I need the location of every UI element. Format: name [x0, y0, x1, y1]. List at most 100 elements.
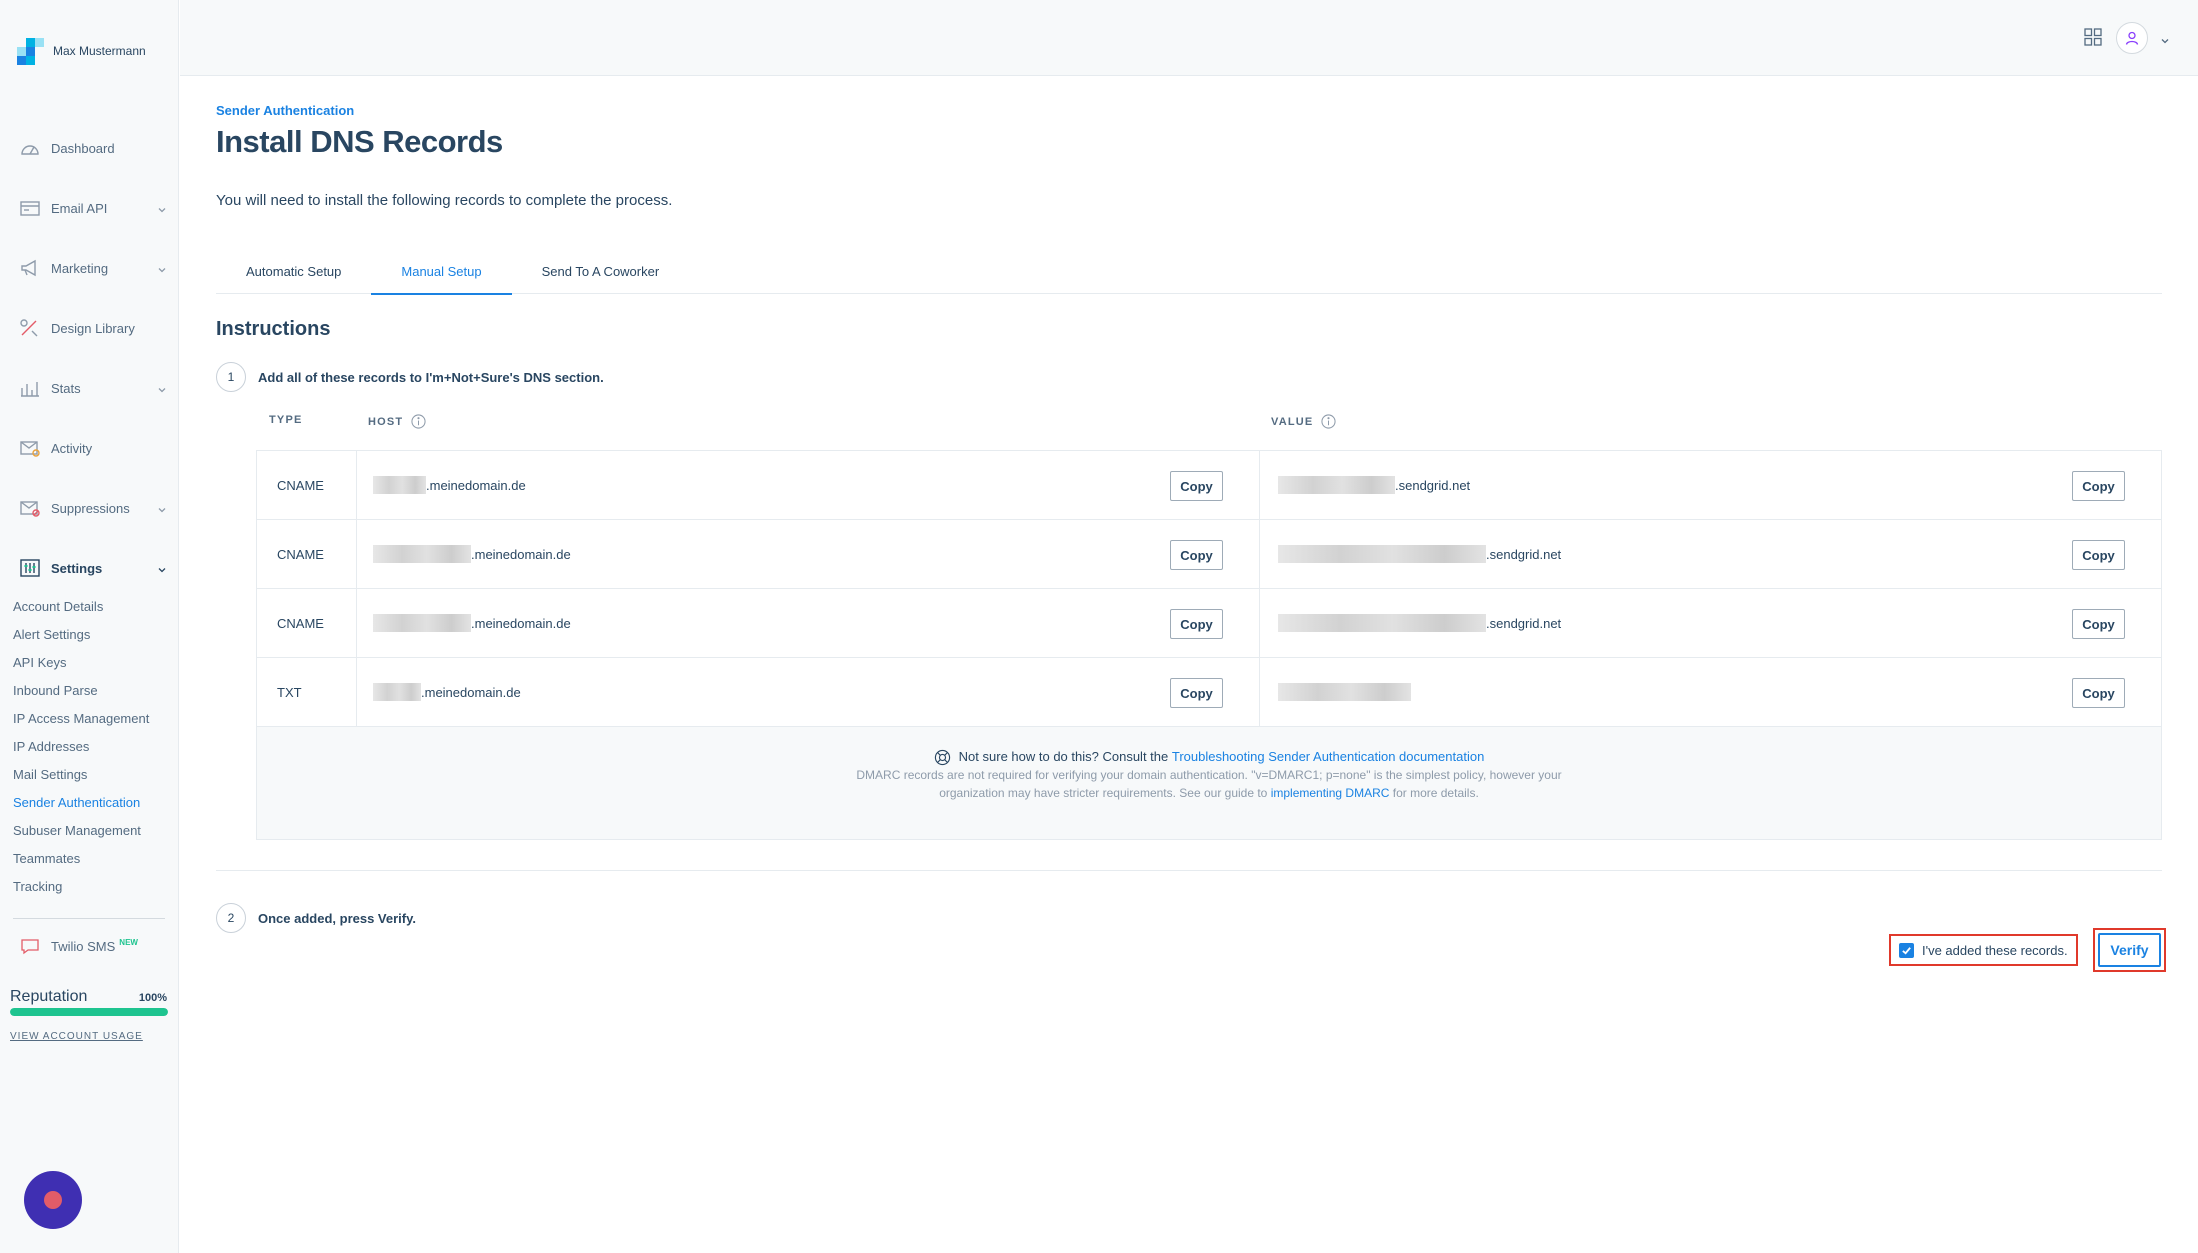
verify-button-highlight: Verify	[2093, 928, 2166, 972]
record-value: .sendgrid.net Copy	[1260, 520, 2161, 588]
column-header-type: TYPE	[269, 414, 303, 426]
sidebar-nav: Dashboard Email API Marketing Design Lib…	[0, 118, 179, 598]
chevron-down-icon	[157, 502, 167, 513]
chevron-down-icon	[157, 262, 167, 273]
lifebuoy-icon	[934, 749, 950, 765]
page-intro: You will need to install the following r…	[216, 192, 673, 209]
app-grid-icon[interactable]	[2084, 28, 2102, 46]
copy-value-button[interactable]: Copy	[2072, 678, 2125, 708]
records-added-checkbox[interactable]: I've added these records.	[1889, 934, 2078, 966]
tab-manual-setup[interactable]: Manual Setup	[371, 248, 512, 295]
redacted-text	[373, 614, 471, 632]
host-suffix: .meinedomain.de	[471, 546, 571, 562]
step-number: 1	[216, 362, 246, 392]
help-chat-button[interactable]	[24, 1171, 82, 1229]
info-icon[interactable]	[1321, 414, 1337, 429]
implementing-dmarc-link[interactable]: implementing DMARC	[1271, 786, 1390, 800]
subnav-sender-authentication[interactable]: Sender Authentication	[0, 788, 179, 816]
sidebar-item-label: Settings	[51, 560, 103, 576]
subnav-account-details[interactable]: Account Details	[0, 592, 179, 620]
value-suffix: .sendgrid.net	[1395, 477, 1471, 493]
breadcrumb[interactable]: Sender Authentication	[216, 103, 354, 118]
record-host: .meinedomain.de Copy	[357, 520, 1260, 588]
chevron-down-icon[interactable]	[2160, 33, 2170, 44]
sidebar-item-suppressions[interactable]: Suppressions	[0, 478, 179, 538]
sidebar-item-label: Email API	[51, 200, 108, 216]
subnav-alert-settings[interactable]: Alert Settings	[0, 620, 179, 648]
step-number: 2	[216, 903, 246, 933]
subnav-mail-settings[interactable]: Mail Settings	[0, 760, 179, 788]
sidebar-item-email-api[interactable]: Email API	[0, 178, 179, 238]
account-switcher[interactable]: Max Mustermann	[17, 38, 146, 65]
record-type: CNAME	[257, 589, 357, 657]
record-host: .meinedomain.de Copy	[357, 451, 1260, 519]
copy-host-button[interactable]: Copy	[1170, 471, 1223, 501]
copy-value-button[interactable]: Copy	[2072, 471, 2125, 501]
reputation-bar	[10, 1008, 168, 1016]
sidebar-item-activity[interactable]: Activity	[0, 418, 179, 478]
sidebar-item-label: Design Library	[51, 320, 135, 336]
troubleshooting-doc-link[interactable]: Troubleshooting Sender Authentication do…	[1172, 748, 1484, 766]
tab-send-to-coworker[interactable]: Send To A Coworker	[512, 248, 690, 294]
sidebar-item-dashboard[interactable]: Dashboard	[0, 118, 179, 178]
email-api-icon	[19, 198, 41, 218]
value-suffix: .sendgrid.net	[1486, 546, 1562, 562]
sidebar-item-label: Marketing	[51, 260, 109, 276]
subnav-ip-access-management[interactable]: IP Access Management	[0, 704, 179, 732]
record-host: .meinedomain.de Copy	[357, 589, 1260, 657]
reputation-bar-fill	[10, 1008, 168, 1016]
checkbox-label: I've added these records.	[1922, 942, 2068, 958]
host-suffix: .meinedomain.de	[471, 615, 571, 631]
info-icon[interactable]	[411, 414, 426, 429]
copy-host-button[interactable]: Copy	[1170, 678, 1223, 708]
record-host: .meinedomain.de Copy	[357, 658, 1260, 726]
subnav-ip-addresses[interactable]: IP Addresses	[0, 732, 179, 760]
tab-automatic-setup[interactable]: Automatic Setup	[216, 248, 371, 294]
dns-records-table: CNAME .meinedomain.de Copy .sendgrid.net…	[256, 450, 2162, 840]
user-avatar[interactable]	[2116, 22, 2148, 54]
table-row: CNAME .meinedomain.de Copy .sendgrid.net…	[257, 451, 2161, 520]
redacted-text	[1278, 476, 1395, 494]
subnav-api-keys[interactable]: API Keys	[0, 648, 179, 676]
checkbox-checked-icon[interactable]	[1899, 942, 1914, 958]
copy-host-button[interactable]: Copy	[1170, 540, 1223, 570]
copy-value-button[interactable]: Copy	[2072, 609, 2125, 639]
step-text: Once added, press Verify.	[258, 910, 416, 926]
activity-icon	[19, 438, 41, 458]
step-2: 2 Once added, press Verify.	[216, 903, 416, 933]
sidebar-item-label: Dashboard	[51, 140, 115, 156]
copy-value-button[interactable]: Copy	[2072, 540, 2125, 570]
view-account-usage-link[interactable]: VIEW ACCOUNT USAGE	[10, 1031, 143, 1042]
step-text: Add all of these records to I'm+Not+Sure…	[258, 369, 604, 385]
instructions-title: Instructions	[216, 318, 331, 340]
sidebar-item-stats[interactable]: Stats	[0, 358, 179, 418]
value-suffix: .sendgrid.net	[1486, 615, 1562, 631]
chat-dot-icon	[44, 1191, 62, 1209]
setup-tabs: Automatic Setup Manual Setup Send To A C…	[216, 248, 2162, 295]
copy-host-button[interactable]: Copy	[1170, 609, 1223, 639]
subnav-subuser-management[interactable]: Subuser Management	[0, 816, 179, 844]
record-type: CNAME	[257, 520, 357, 588]
user-icon	[2125, 31, 2139, 45]
sidebar-item-marketing[interactable]: Marketing	[0, 238, 179, 298]
subnav-tracking[interactable]: Tracking	[0, 872, 179, 900]
dashboard-icon	[19, 138, 41, 158]
record-type: CNAME	[257, 451, 357, 519]
troubleshooting-help: Not sure how to do this? Consult the Tro…	[257, 727, 2161, 840]
sidebar-divider	[13, 918, 165, 919]
sidebar-item-twilio-sms[interactable]: Twilio SMS NEW	[19, 936, 138, 956]
help-lead-text: Not sure how to do this? Consult the	[958, 749, 1169, 764]
table-row: TXT .meinedomain.de Copy Copy	[257, 658, 2161, 727]
subnav-teammates[interactable]: Teammates	[0, 844, 179, 872]
settings-icon	[19, 558, 41, 578]
sidebar-item-design-library[interactable]: Design Library	[0, 298, 179, 358]
help-lead-line: Not sure how to do this? Consult the Tro…	[257, 748, 2161, 766]
top-bar	[180, 0, 2198, 76]
megaphone-icon	[19, 258, 41, 278]
subnav-inbound-parse[interactable]: Inbound Parse	[0, 676, 179, 704]
sidebar-item-settings[interactable]: Settings	[0, 538, 179, 598]
sidebar: Max Mustermann Dashboard Email API Marke…	[0, 0, 179, 1253]
redacted-text	[373, 476, 426, 494]
sidebar-item-label: Suppressions	[51, 500, 130, 516]
verify-button[interactable]: Verify	[2098, 933, 2161, 967]
